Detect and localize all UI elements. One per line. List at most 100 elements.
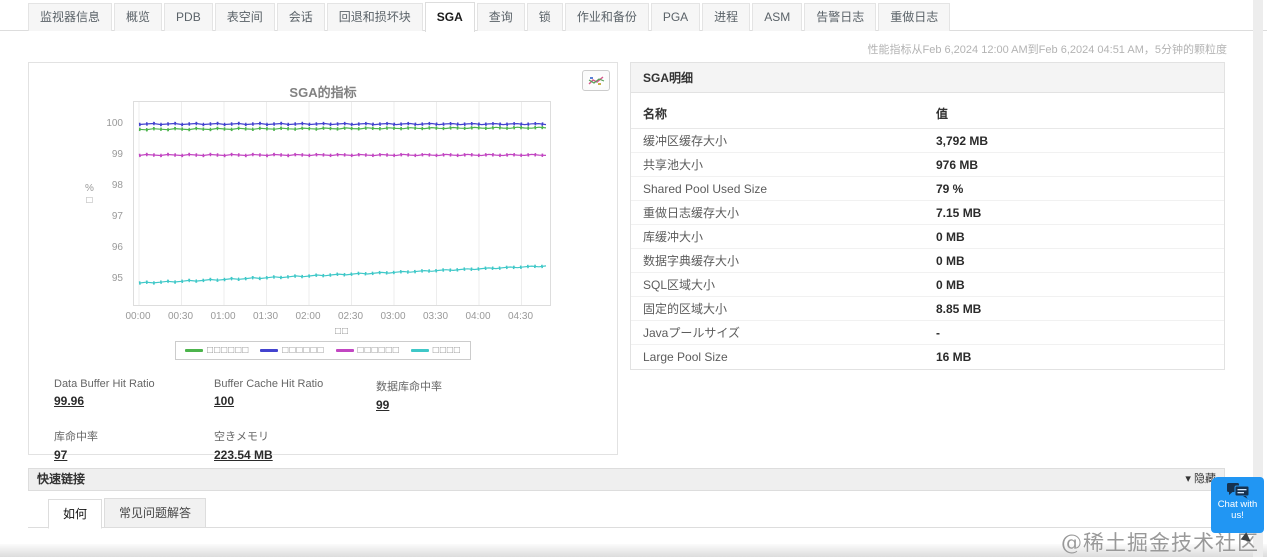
stat-value-link[interactable]: 99: [376, 398, 389, 412]
legend-label: □□□□: [432, 345, 461, 356]
y-tick-100: 100: [106, 118, 123, 129]
stat-value-link[interactable]: 100: [214, 394, 234, 408]
legend-label: □□□□□□: [357, 345, 400, 356]
sga-monitor-page: 监视器信息 概览 PDB 表空间 会话 回退和损坏块 SGA 查询锁作业和备份 PGA 进程 ASM…: [0, 0, 1267, 557]
tab-9[interactable]: 作业和备份: [564, 3, 649, 31]
x-axis-ticks: 00:00 00:30 01:00 01:30 02:00 02:30 03:00 03:30…: [125, 311, 551, 325]
row-name: Javaプールサイズ: [643, 326, 740, 340]
row-name: 库缓冲大小: [643, 230, 704, 244]
legend-item-3: □□□□: [410, 345, 461, 356]
performance-period-note: 性能指标从Feb 6,2024 12:00 AM到Feb 6,2024 04:5…: [867, 44, 1228, 56]
x-tick-1: 00:30: [167, 311, 194, 322]
stat-label: 库命中率: [54, 431, 98, 443]
tab-5[interactable]: 回退和损坏块: [326, 3, 423, 31]
row-value: 3,792 MB: [936, 134, 989, 148]
chat-with-us-button[interactable]: Chat with us!: [1211, 477, 1264, 533]
table-row: Large Pool Size 16 MB: [631, 345, 1224, 369]
row-value: 7.15 MB: [936, 206, 982, 220]
legend-label: □□□□□□: [207, 345, 250, 356]
x-tick-2: 01:00: [210, 311, 236, 322]
stat-label: 数据库命中率: [376, 381, 442, 393]
legend-swatch-icon: [410, 349, 429, 352]
y-axis-label: % □: [85, 183, 94, 206]
vertical-scrollbar[interactable]: [1253, 0, 1263, 557]
row-name: Shared Pool Used Size: [643, 182, 768, 196]
chart-options-button[interactable]: [582, 70, 610, 91]
legend-swatch-icon: [335, 349, 354, 352]
details-panel-title: SGA明细: [631, 63, 1224, 93]
mini-chart-icon: [587, 74, 605, 87]
tab-1[interactable]: 概览: [114, 3, 163, 31]
quick-links-tabs: 如何 常见问题解答: [28, 498, 1225, 529]
details-table-header: 名称 值: [631, 99, 1224, 129]
row-name: 缓冲区缓存大小: [643, 134, 728, 148]
x-tick-7: 03:30: [422, 311, 449, 322]
quick-links-bar: 快速链接 ▾ 隐藏: [28, 468, 1225, 491]
stat-value-link[interactable]: 223.54 MB: [214, 448, 273, 462]
legend-swatch-icon: [260, 349, 279, 352]
table-row: 共享池大小 976 MB: [631, 153, 1224, 177]
tab-3[interactable]: 表空间: [214, 3, 275, 31]
top-tab-bar: 监视器信息 概览 PDB 表空间 会话 回退和损坏块 SGA 查询锁作业和备份 PGA 进程 ASM…: [0, 2, 1267, 32]
table-row: Javaプールサイズ -: [631, 321, 1224, 345]
collapse-caret-icon: ▾: [1185, 473, 1191, 485]
stat-value-link[interactable]: 99.96: [54, 394, 84, 408]
quick-links-tab-1[interactable]: 常见问题解答: [104, 498, 207, 528]
row-value: 976 MB: [936, 158, 979, 172]
row-name: 重做日志缓存大小: [643, 206, 740, 220]
row-value: 0 MB: [936, 230, 965, 244]
tab-14[interactable]: 重做日志: [878, 3, 951, 31]
row-name: SQL区域大小: [643, 278, 716, 292]
sga-details-panel: SGA明细 名称 值 缓冲区缓存大小 3,792 MB 共享池大小 976 MB Sha…: [630, 62, 1225, 370]
chart-summary-stats: Data Buffer Hit Ratio 99.96 Buffer Cache H…: [54, 378, 594, 464]
x-axis-label: □□: [334, 326, 350, 337]
quick-links-tab-0[interactable]: 如何: [48, 499, 103, 529]
details-table: 名称 值 缓冲区缓存大小 3,792 MB 共享池大小 976 MB Shared Po…: [631, 99, 1224, 369]
stat-4: 空きメモリ 223.54 MB: [214, 428, 376, 464]
row-value: 0 MB: [936, 254, 965, 268]
tab-12[interactable]: ASM: [752, 3, 803, 31]
row-name: Large Pool Size: [643, 350, 728, 364]
table-row: 缓冲区缓存大小 3,792 MB: [631, 129, 1224, 153]
legend-item-0: □□□□□□: [185, 345, 249, 356]
tab-0[interactable]: 监视器信息: [28, 3, 113, 31]
stat-1: Buffer Cache Hit Ratio 100: [214, 378, 376, 414]
y-axis-ticks: 95 96 97 98 99 100: [99, 101, 129, 306]
table-row: 数据字典缓存大小 0 MB: [631, 249, 1224, 273]
stat-0: Data Buffer Hit Ratio 99.96: [54, 378, 214, 414]
legend-box: □□□□□□ □□□□□□ □□□□□□ □□□□: [175, 341, 471, 360]
x-tick-6: 03:00: [380, 311, 406, 322]
tab-7[interactable]: 查询: [476, 3, 525, 31]
stat-label: Buffer Cache Hit Ratio: [214, 378, 324, 390]
chart-legend: □□□□□□ □□□□□□ □□□□□□ □□□□: [29, 341, 617, 360]
line-chart-plot: [133, 101, 551, 306]
table-row: 固定的区域大小 8.85 MB: [631, 297, 1224, 321]
stat-value-link[interactable]: 97: [54, 448, 67, 462]
stat-label: Data Buffer Hit Ratio: [54, 378, 155, 390]
tab-2[interactable]: PDB: [164, 3, 213, 31]
stat-label: 空きメモリ: [214, 431, 269, 443]
tab-13[interactable]: 告警日志: [804, 3, 877, 31]
tab-8[interactable]: 锁: [526, 3, 563, 31]
row-value: 16 MB: [936, 350, 972, 364]
y-tick-99: 99: [111, 149, 123, 160]
x-tick-9: 04:30: [507, 311, 534, 322]
tab-4[interactable]: 会话: [276, 3, 325, 31]
sga-metrics-chart-panel: SGA的指标 % □ 95 96 97 98 99 100 00:00 00:30 01:00…: [28, 62, 618, 462]
tab-10[interactable]: PGA: [650, 3, 701, 31]
y-tick-95: 95: [111, 273, 123, 284]
y-tick-98: 98: [111, 180, 123, 191]
x-tick-3: 01:30: [252, 311, 279, 322]
row-name: 固定的区域大小: [643, 302, 728, 316]
legend-item-2: □□□□□□: [335, 345, 400, 356]
x-tick-4: 02:00: [295, 311, 321, 322]
x-tick-0: 00:00: [125, 311, 151, 322]
tab-11[interactable]: 进程: [702, 3, 751, 31]
legend-label: □□□□□□: [282, 345, 325, 356]
table-row: 库缓冲大小 0 MB: [631, 225, 1224, 249]
row-value: 0 MB: [936, 278, 965, 292]
tab-active-6[interactable]: SGA: [424, 2, 475, 32]
legend-swatch-icon: [185, 349, 204, 352]
table-row: Shared Pool Used Size 79 %: [631, 177, 1224, 201]
column-header-value: 值: [936, 107, 949, 121]
